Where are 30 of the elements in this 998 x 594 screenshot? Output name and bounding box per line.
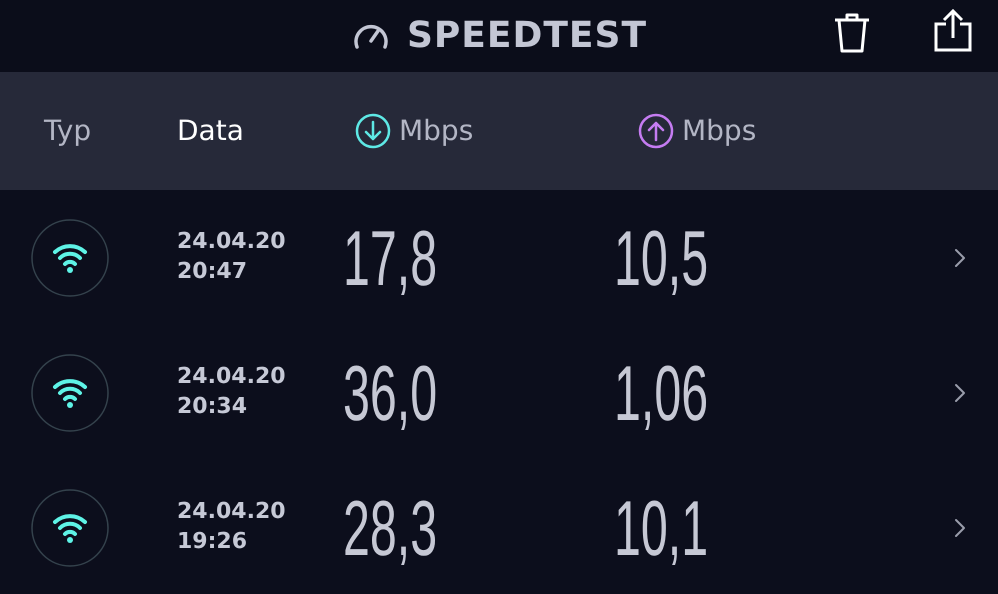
- wifi-icon: [31, 218, 109, 296]
- time-text: 20:47: [177, 258, 248, 286]
- date-text: 24.04.20: [177, 362, 287, 391]
- upload-icon: [638, 113, 674, 149]
- wifi-icon: [31, 354, 109, 432]
- download-value: 28,3: [343, 488, 438, 566]
- result-row[interactable]: 24.04.20 19:26 28,3 10,1: [0, 460, 998, 594]
- time-text: 20:34: [177, 392, 248, 420]
- date-text: 24.04.20: [177, 228, 287, 256]
- result-row[interactable]: 24.04.20 20:47 17,8 10,5: [0, 190, 998, 325]
- chevron-icon: [954, 248, 966, 268]
- column-header[interactable]: Mbps: [682, 110, 756, 152]
- app-title: SPEEDTEST: [406, 14, 647, 58]
- upload-value: 10,1: [614, 488, 708, 566]
- download-value: 17,8: [343, 218, 438, 296]
- chevron-icon: [954, 518, 966, 538]
- share-icon[interactable]: [932, 8, 974, 52]
- download-value: 36,0: [343, 354, 438, 432]
- date-text: 24.04.20: [177, 498, 287, 526]
- result-row[interactable]: 24.04.20 20:34 36,0 1,06: [0, 325, 998, 460]
- column-header[interactable]: Mbps: [399, 110, 474, 152]
- wifi-icon: [31, 488, 109, 566]
- time-text: 19:26: [177, 528, 248, 556]
- column-header[interactable]: Data: [177, 110, 244, 152]
- column-header[interactable]: Typ: [44, 110, 92, 152]
- upload-value: 1,06: [614, 354, 708, 432]
- chevron-icon: [954, 382, 966, 402]
- download-icon: [355, 113, 391, 149]
- upload-value: 10,5: [614, 218, 708, 296]
- trash-icon[interactable]: [832, 11, 872, 53]
